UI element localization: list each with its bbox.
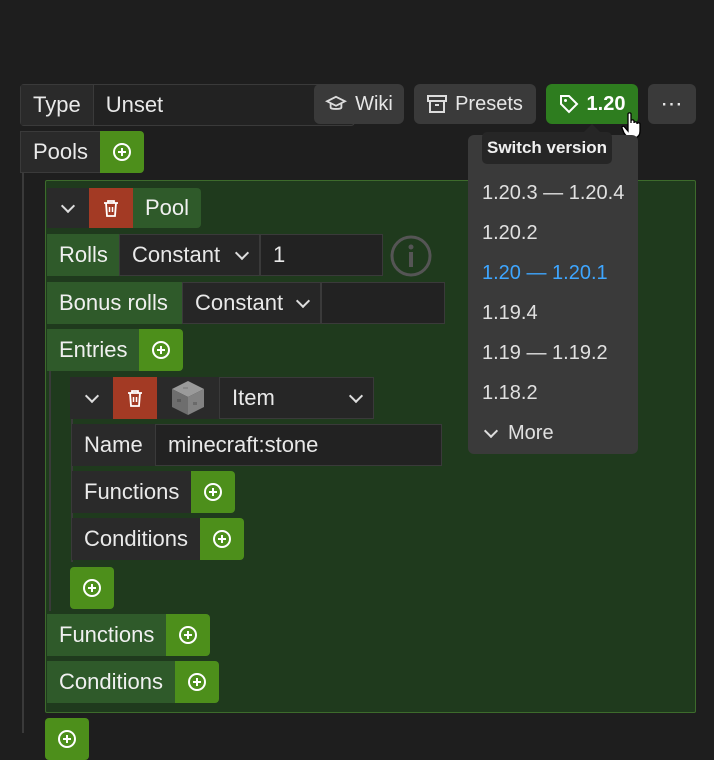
archive-icon bbox=[427, 95, 448, 113]
bonus-rolls-mode-value: Constant bbox=[195, 290, 284, 315]
entries-header: Entries bbox=[47, 329, 184, 371]
version-menu: 1.20.3 — 1.20.4 1.20.2 1.20 — 1.20.1 1.19.4… bbox=[468, 135, 638, 454]
type-value: Unset bbox=[105, 92, 164, 117]
trash-icon bbox=[104, 200, 118, 217]
entry-type-value: Item bbox=[232, 385, 275, 410]
version-option[interactable]: 1.20.3 — 1.20.4 bbox=[468, 173, 638, 213]
entry-functions-label: Functions bbox=[72, 471, 192, 513]
version-more-button[interactable]: More bbox=[468, 413, 638, 453]
bonus-rolls-row: Bonus rolls Constant bbox=[47, 282, 445, 324]
add-another-pool-button[interactable] bbox=[45, 718, 89, 760]
type-label: Type bbox=[21, 85, 94, 125]
pool-label: Pool bbox=[133, 188, 202, 228]
version-option[interactable]: 1.18.2 bbox=[468, 373, 638, 413]
entry-functions-row: Functions bbox=[72, 471, 236, 513]
rolls-mode-select[interactable]: Constant bbox=[119, 234, 260, 276]
pool-conditions-label: Conditions bbox=[47, 661, 175, 703]
pool-functions-label: Functions bbox=[47, 614, 167, 656]
entry-type-select[interactable]: Item bbox=[219, 377, 374, 419]
graduation-cap-icon bbox=[325, 95, 348, 110]
more-options-button[interactable]: ⋯ bbox=[648, 84, 696, 124]
pool-header: Pool bbox=[47, 188, 202, 228]
entries-guide-line bbox=[49, 371, 51, 611]
chevron-down-icon bbox=[483, 423, 499, 438]
bonus-rolls-label: Bonus rolls bbox=[47, 282, 182, 324]
plus-circle-icon bbox=[187, 673, 206, 691]
caret-down-icon bbox=[234, 245, 250, 260]
trash-icon bbox=[128, 390, 142, 407]
stone-block-icon bbox=[157, 377, 219, 419]
pools-label: Pools bbox=[20, 131, 101, 173]
version-option[interactable]: 1.19 — 1.19.2 bbox=[468, 333, 638, 373]
tag-icon bbox=[559, 95, 578, 114]
version-option[interactable]: 1.20 — 1.20.1 bbox=[468, 253, 638, 293]
wiki-label: Wiki bbox=[355, 92, 393, 115]
rolls-row: Rolls Constant 1 bbox=[47, 234, 383, 276]
delete-entry-button[interactable] bbox=[113, 377, 157, 419]
pool-conditions-row: Conditions bbox=[47, 661, 219, 703]
caret-down-icon bbox=[348, 388, 364, 403]
add-another-entry-button[interactable] bbox=[70, 567, 114, 609]
info-icon[interactable] bbox=[389, 234, 433, 278]
type-selector[interactable]: Type Unset bbox=[20, 84, 355, 126]
pool-functions-row: Functions bbox=[47, 614, 211, 656]
version-label: 1.20 bbox=[586, 92, 626, 115]
rolls-value-input[interactable]: 1 bbox=[260, 234, 383, 276]
pools-header: Pools bbox=[20, 131, 145, 173]
collapse-entry-button[interactable] bbox=[70, 377, 113, 419]
rolls-mode-value: Constant bbox=[132, 242, 221, 267]
presets-button[interactable]: Presets bbox=[414, 84, 536, 124]
entry-conditions-row: Conditions bbox=[72, 518, 244, 560]
plus-circle-icon bbox=[83, 579, 101, 597]
rolls-label: Rolls bbox=[47, 234, 119, 276]
add-pool-function-button[interactable] bbox=[166, 614, 211, 656]
plus-circle-icon bbox=[58, 730, 76, 748]
tooltip-arrow bbox=[584, 124, 600, 132]
wiki-button[interactable]: Wiki bbox=[314, 84, 404, 124]
caret-down-icon bbox=[295, 293, 311, 308]
version-option[interactable]: 1.19.4 bbox=[468, 293, 638, 333]
name-row: Name minecraft:stone bbox=[72, 424, 442, 466]
plus-circle-icon bbox=[212, 530, 231, 548]
delete-pool-button[interactable] bbox=[89, 188, 133, 228]
add-entry-condition-button[interactable] bbox=[199, 518, 244, 560]
entry-conditions-label: Conditions bbox=[72, 518, 200, 560]
entries-label: Entries bbox=[47, 329, 140, 371]
version-option[interactable]: 1.20.2 bbox=[468, 213, 638, 253]
name-input[interactable]: minecraft:stone bbox=[155, 424, 442, 466]
pools-guide-line bbox=[22, 173, 24, 733]
plus-circle-icon bbox=[152, 341, 171, 359]
plus-circle-icon bbox=[204, 483, 223, 501]
collapse-pool-button[interactable] bbox=[47, 188, 89, 228]
plus-circle-icon bbox=[113, 143, 132, 161]
add-pool-button[interactable] bbox=[100, 131, 145, 173]
more-options-icon: ⋯ bbox=[660, 91, 684, 116]
bonus-rolls-mode-select[interactable]: Constant bbox=[182, 282, 321, 324]
bonus-rolls-value-input[interactable] bbox=[321, 282, 445, 324]
version-list: 1.20.3 — 1.20.4 1.20.2 1.20 — 1.20.1 1.19.4… bbox=[468, 173, 638, 413]
add-pool-condition-button[interactable] bbox=[174, 661, 219, 703]
presets-label: Presets bbox=[455, 92, 523, 115]
entry-header: Item bbox=[70, 377, 374, 419]
tooltip-text: Switch version bbox=[487, 138, 607, 157]
version-more-label: More bbox=[508, 421, 554, 444]
add-entry-button[interactable] bbox=[139, 329, 184, 371]
name-label: Name bbox=[72, 424, 155, 466]
switch-version-tooltip: Switch version bbox=[482, 132, 612, 164]
add-entry-function-button[interactable] bbox=[191, 471, 236, 513]
plus-circle-icon bbox=[179, 626, 198, 644]
chevron-down-icon bbox=[84, 388, 99, 403]
chevron-down-icon bbox=[60, 198, 76, 213]
